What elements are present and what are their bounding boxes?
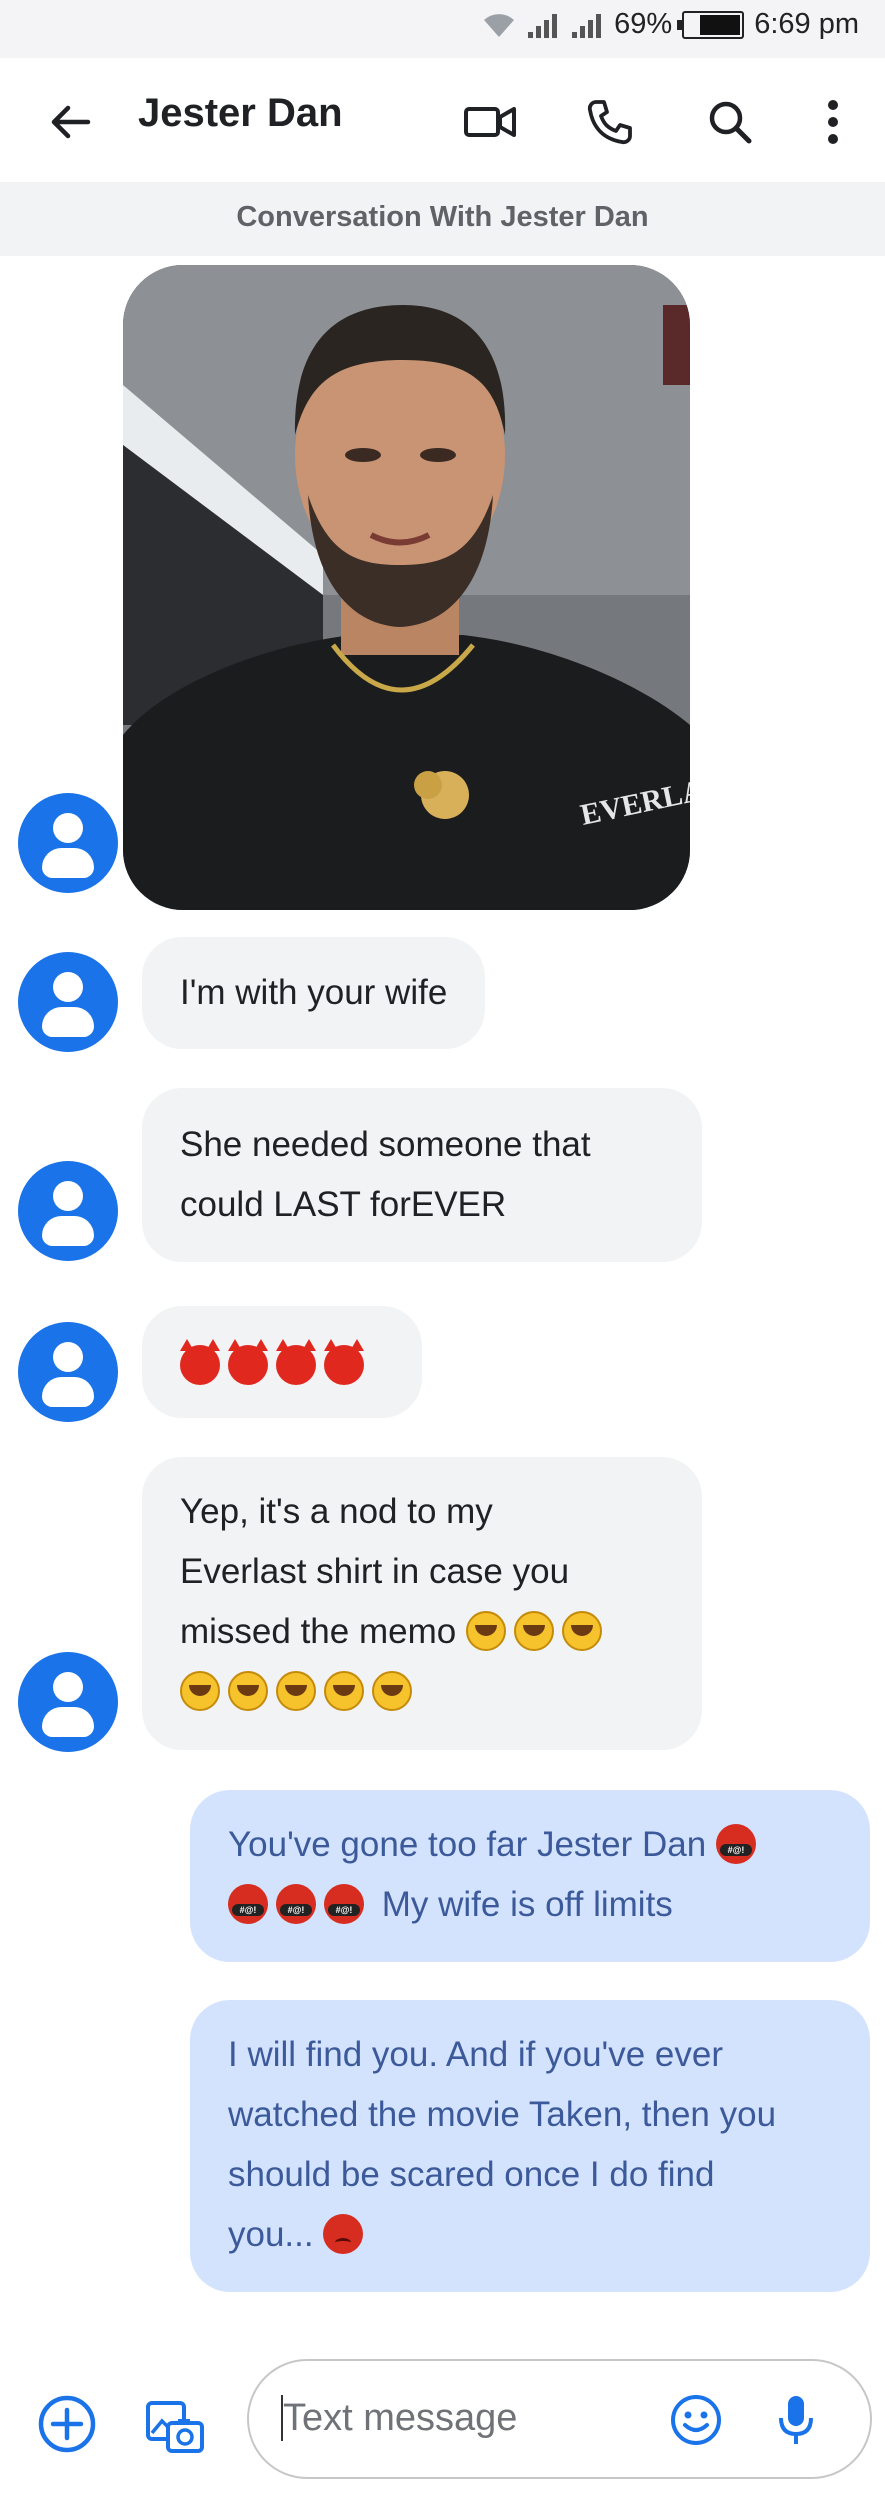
clock: 6:69 pm [754,8,859,40]
message-line: could LAST forEVER [180,1185,507,1224]
rofl-emoji-icon [228,1671,268,1711]
cursing-face-emoji-icon [228,1884,268,1924]
battery-percent: 69% [614,8,673,40]
wifi-icon [484,13,515,37]
contact-avatar[interactable] [18,793,118,893]
rofl-emoji-icon [324,1671,364,1711]
message-line: You've gone too far Jester Dan [228,1825,707,1864]
search-icon[interactable] [700,92,760,152]
message-line: My wife is off limits [381,1885,673,1924]
smiling-imp-emoji-icon [324,1339,364,1385]
message-line: She needed someone that [180,1125,591,1164]
message-line: Everlast shirt in case you [180,1552,570,1591]
rofl-emoji-icon [180,1671,220,1711]
contact-avatar[interactable] [18,1322,118,1422]
contact-name: Jester Dan [138,91,343,135]
signal-icon [526,10,560,40]
message-line: should be scared once I do find [228,2155,715,2194]
message-input[interactable]: Text message [247,2359,872,2479]
smiling-imp-emoji-icon [180,1339,220,1385]
rofl-emoji-icon [513,1611,554,1651]
gallery-icon[interactable] [142,2391,208,2457]
outgoing-message[interactable]: I will find you. And if you've ever watc… [190,2000,870,2292]
incoming-message[interactable]: I'm with your wife [142,937,486,1049]
message-line: you... [228,2215,314,2254]
cursing-face-emoji-icon [324,1884,364,1924]
contact-avatar[interactable] [18,1161,118,1261]
back-arrow-icon[interactable] [42,94,98,150]
phone-icon[interactable] [580,92,640,152]
message-line-with-emoji: missed the memo [180,1602,664,1662]
rofl-emoji-icon [465,1611,506,1651]
message-line: Yep, it's a nod to my [180,1492,493,1531]
incoming-message[interactable]: Yep, it's a nod to my Everlast shirt in … [142,1457,702,1750]
contact-avatar[interactable] [18,952,118,1052]
contact-avatar[interactable] [18,1652,118,1752]
conversation-label: Conversation With Jester Dan [0,182,885,256]
rofl-emoji-icon [276,1671,316,1711]
message-line-with-emoji: You've gone too far Jester Dan [228,1815,832,1875]
more-vert-icon[interactable] [808,92,858,152]
signal-icon-2 [570,10,604,40]
angry-face-emoji-icon [323,2214,364,2254]
smiling-imp-emoji-icon [228,1339,268,1385]
cursing-face-emoji-icon [276,1884,316,1924]
message-line-with-emoji: My wife is off limits [228,1875,832,1935]
status-icons: 69% 6:69 pm [482,8,859,41]
cursing-face-emoji-icon [715,1824,756,1864]
smiling-imp-emoji-icon [276,1339,316,1385]
battery-icon [677,10,745,39]
message-input-placeholder: Text message [283,2397,518,2439]
mic-icon[interactable] [769,2389,823,2451]
rofl-emoji-icon [561,1611,602,1651]
add-icon[interactable] [36,2393,98,2455]
message-text: I'm with your wife [180,973,448,1012]
emoji-icon[interactable] [667,2391,725,2449]
app-bar: Jester Dan [0,58,885,182]
photo-attachment[interactable]: EVERLAST [123,265,690,910]
message-line: missed the memo [180,1612,457,1651]
outgoing-message[interactable]: You've gone too far Jester Dan My wife i… [190,1790,870,1962]
rofl-emoji-icon [372,1671,412,1711]
incoming-message[interactable] [142,1306,422,1418]
video-call-icon[interactable] [460,94,520,150]
composer-bar: Text message [0,2335,885,2513]
incoming-message[interactable]: She needed someone that could LAST forEV… [142,1088,702,1262]
photo-image: EVERLAST [123,265,690,910]
status-bar: 69% 6:69 pm [0,0,885,58]
message-line: watched the movie Taken, then you [228,2095,777,2134]
message-line: I will find you. And if you've ever [228,2035,723,2074]
message-line-with-emoji: you... [228,2205,832,2265]
emoji-line [180,1662,664,1722]
